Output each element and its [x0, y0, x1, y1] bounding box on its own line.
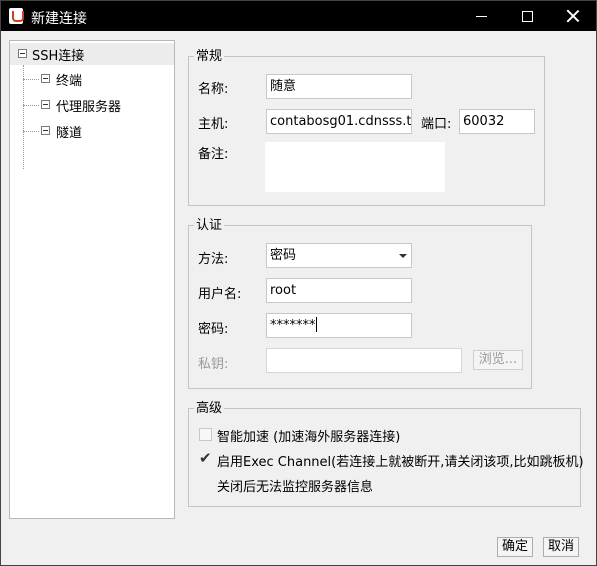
window-title: 新建连接	[31, 11, 87, 27]
host-input[interactable]: contabosg01.cdnsss.tc	[266, 109, 412, 134]
tree-item-tunnel[interactable]: 隧道	[10, 121, 174, 141]
maximize-icon	[521, 10, 533, 22]
method-label: 方法:	[198, 252, 229, 267]
collapse-icon[interactable]	[18, 49, 27, 58]
tree-item-terminal[interactable]: 终端	[10, 69, 174, 89]
minimize-button[interactable]	[458, 1, 504, 31]
java-cup-icon	[9, 8, 24, 24]
settings-tree: SSH连接 终端 代理服务器 隧道	[9, 40, 175, 519]
smart-accel-label[interactable]: 智能加速 (加速海外服务器连接)	[217, 426, 400, 445]
collapse-icon[interactable]	[41, 126, 50, 135]
maximize-button[interactable]	[504, 1, 550, 31]
note-textarea[interactable]	[265, 142, 445, 192]
chevron-down-icon	[399, 254, 407, 258]
ok-button[interactable]: 确定	[497, 537, 533, 557]
port-input[interactable]: 60032	[459, 109, 535, 134]
advanced-group-title: 高级	[194, 401, 225, 416]
password-input[interactable]: *******	[266, 313, 412, 338]
name-input[interactable]: 随意	[266, 74, 412, 99]
close-button[interactable]	[550, 1, 596, 31]
tree-item-label: 终端	[56, 74, 83, 89]
password-label: 密码:	[198, 322, 229, 337]
browse-button: 浏览...	[473, 350, 523, 370]
minimize-icon	[475, 15, 487, 17]
tree-item-ssh-connection[interactable]: SSH连接	[10, 43, 174, 65]
exec-channel-checkbox[interactable]: ✔	[199, 451, 212, 466]
cancel-button[interactable]: 取消	[543, 537, 579, 557]
tree-root-label: SSH连接	[32, 49, 85, 64]
method-select[interactable]: 密码	[266, 243, 412, 268]
title-bar: 新建连接	[1, 1, 596, 31]
tree-item-proxy-server[interactable]: 代理服务器	[10, 95, 174, 115]
collapse-icon[interactable]	[41, 100, 50, 109]
method-select-value: 密码	[270, 248, 297, 263]
tree-connector	[23, 79, 39, 80]
new-connection-dialog: 新建连接 SSH连接 终端 代理服务器 隧道 常规 名称: 随意 主机: con…	[0, 0, 597, 566]
private-key-label: 私钥:	[198, 357, 229, 372]
port-label: 端口:	[421, 117, 452, 132]
username-label: 用户名:	[198, 287, 242, 302]
tree-item-label: 代理服务器	[56, 100, 122, 115]
general-group-title: 常规	[194, 49, 225, 64]
exec-channel-label[interactable]: 启用Exec Channel(若连接上就被断开,请关闭该项,比如跳板机)	[217, 451, 584, 470]
username-input[interactable]: root	[266, 278, 412, 303]
auth-group-title: 认证	[194, 218, 225, 233]
private-key-input	[266, 348, 462, 373]
password-value: *******	[270, 318, 316, 333]
exec-channel-note: 关闭后无法监控服务器信息	[217, 480, 374, 495]
tree-item-label: 隧道	[56, 126, 83, 141]
tree-connector	[23, 131, 39, 132]
smart-accel-checkbox[interactable]	[199, 428, 212, 441]
collapse-icon[interactable]	[41, 74, 50, 83]
host-label: 主机:	[198, 117, 229, 132]
note-label: 备注:	[198, 147, 229, 162]
close-icon	[566, 9, 580, 23]
name-label: 名称:	[198, 82, 229, 97]
tree-connector	[23, 105, 39, 106]
text-caret	[315, 317, 317, 332]
